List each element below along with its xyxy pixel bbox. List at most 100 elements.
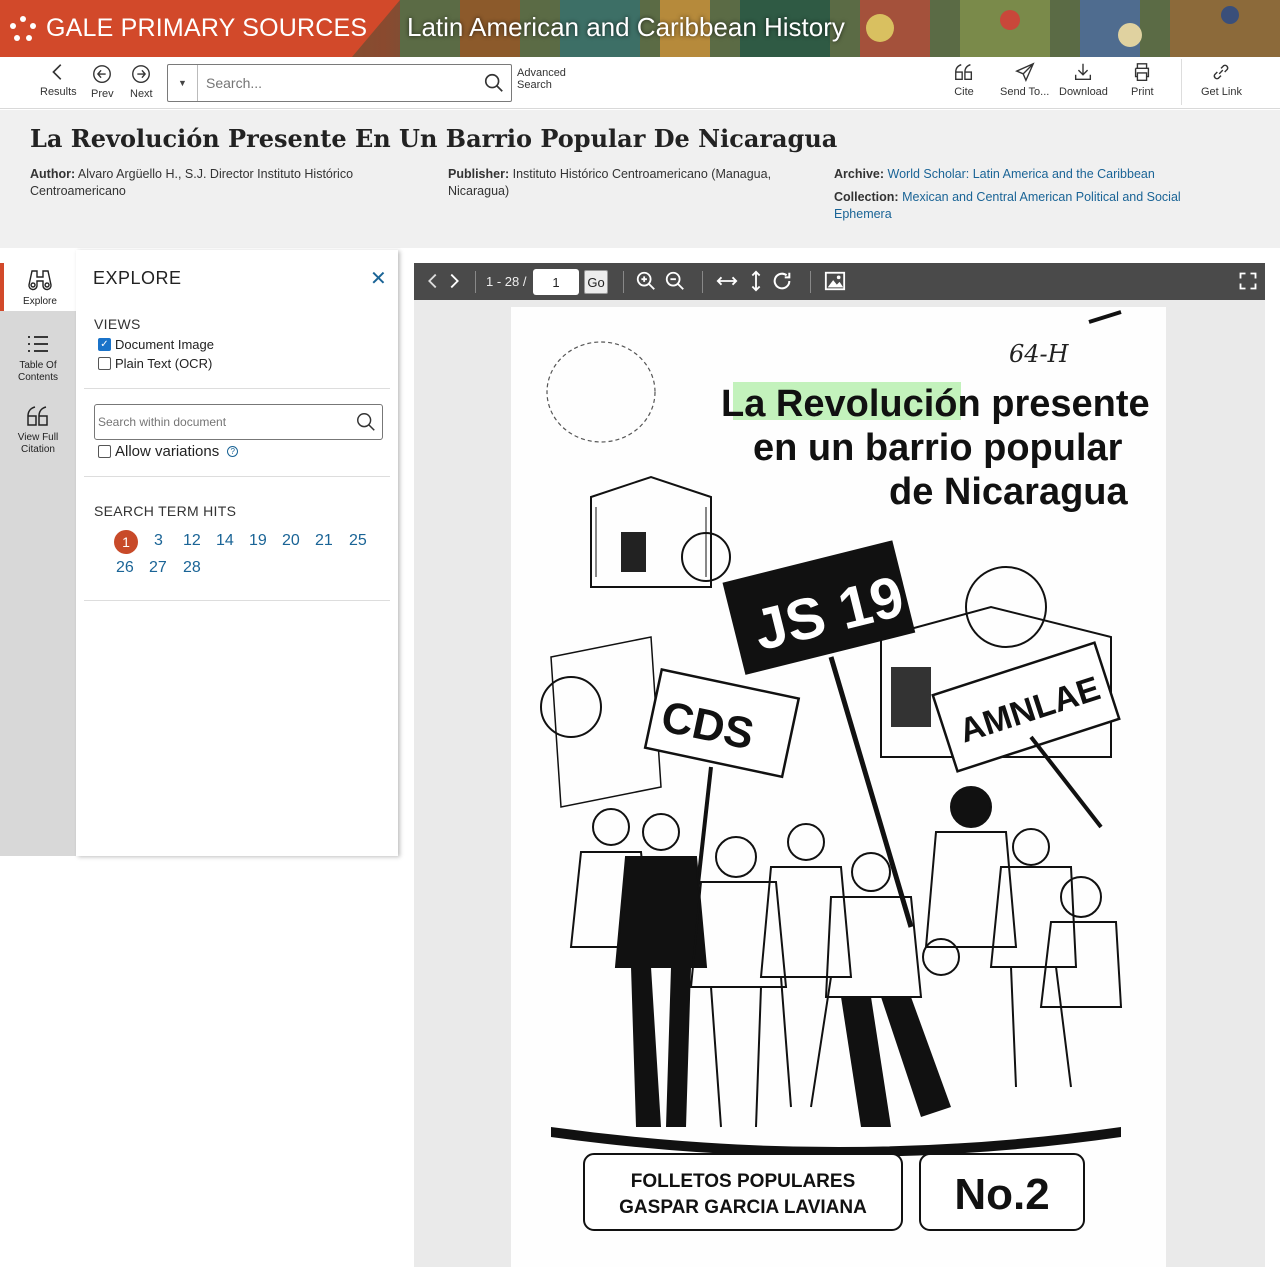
archive-field: Archive: World Scholar: Latin America an… — [834, 166, 1234, 183]
rail-table-of-contents[interactable]: Table Of Contents — [0, 331, 76, 384]
page-title-line-2: en un barrio popular — [753, 427, 1123, 469]
divider — [810, 271, 811, 293]
brand-name: GALE PRIMARY SOURCES — [46, 14, 368, 42]
cite-button[interactable]: Cite — [953, 61, 975, 98]
list-icon — [28, 336, 48, 352]
go-button[interactable]: Go — [584, 270, 608, 294]
author-field: Author: Alvaro Argüello H., S.J. Directo… — [30, 166, 410, 200]
hit-page-link[interactable]: 21 — [315, 532, 333, 550]
fit-height-button[interactable] — [745, 270, 767, 295]
quote-icon — [27, 406, 48, 426]
hit-page-link[interactable]: 19 — [249, 532, 267, 550]
fullscreen-icon — [1239, 272, 1257, 290]
hit-page-link[interactable]: 20 — [282, 532, 300, 550]
collection-field: Collection: Mexican and Central American… — [834, 189, 1234, 223]
search-icon — [484, 73, 503, 92]
page-title-line-3: de Nicaragua — [889, 471, 1129, 513]
toolbar: Results Prev Next ▼ Advanced Search Cite… — [0, 57, 1280, 109]
search-submit-button[interactable] — [477, 65, 511, 101]
rail-full-citation[interactable]: View Full Citation — [0, 403, 76, 456]
divider — [84, 476, 390, 477]
search-box: ▼ — [167, 64, 512, 102]
advanced-search-link[interactable]: Advanced Search — [517, 67, 577, 91]
document-image-checkbox[interactable]: ✓ Document Image — [98, 337, 214, 352]
publisher-field: Publisher: Instituto Histórico Centroame… — [448, 166, 818, 200]
fit-width-button[interactable] — [713, 270, 741, 295]
rotate-icon — [773, 272, 791, 290]
collection-label: Collection: — [834, 190, 899, 204]
arrow-left-circle-icon — [93, 65, 112, 83]
hit-page-link[interactable]: 1 — [114, 530, 138, 554]
toolbar-divider — [1181, 59, 1182, 105]
close-icon[interactable]: ✕ — [370, 266, 387, 291]
chevron-left-icon — [52, 64, 62, 80]
hit-page-link[interactable]: 25 — [349, 532, 367, 550]
hit-page-link[interactable]: 26 — [116, 559, 134, 577]
checkbox-checked-icon: ✓ — [98, 338, 111, 351]
arrow-right-circle-icon — [132, 65, 151, 83]
zoom-in-icon — [636, 271, 655, 290]
explore-panel: EXPLORE ✕ VIEWS ✓ Document Image Plain T… — [76, 250, 398, 856]
footer-line-2: GASPAR GARCIA LAVIANA — [619, 1197, 867, 1218]
hit-page-link[interactable]: 14 — [216, 532, 234, 550]
paper-plane-icon — [1014, 62, 1035, 82]
document-header: La Revolución Presente En Un Barrio Popu… — [0, 110, 1280, 248]
next-page-button[interactable] — [443, 270, 465, 295]
document-viewer: 1 - 28 / Go 64- — [414, 263, 1265, 1267]
author-value: Alvaro Argüello H., S.J. Director Instit… — [30, 167, 354, 198]
hit-page-link[interactable]: 3 — [154, 532, 163, 550]
prev-page-button[interactable] — [422, 270, 444, 295]
side-rail: Explore Table Of Contents View Full Cita… — [0, 263, 76, 856]
prev-button[interactable]: Prev — [91, 63, 114, 100]
send-to-button[interactable]: Send To... — [1000, 61, 1049, 98]
divider — [475, 271, 476, 293]
results-button[interactable]: Results — [40, 61, 77, 98]
fit-height-icon — [751, 270, 761, 292]
search-icon[interactable] — [355, 411, 377, 433]
print-button[interactable]: Print — [1131, 61, 1154, 98]
download-button[interactable]: Download — [1059, 61, 1108, 98]
image-settings-button[interactable] — [821, 270, 849, 295]
checkbox-empty-icon — [98, 357, 111, 370]
zoom-in-button[interactable] — [635, 270, 657, 295]
divider — [84, 600, 390, 601]
product-title[interactable]: Latin American and Caribbean History — [407, 12, 845, 43]
explore-heading: EXPLORE — [93, 268, 182, 288]
get-link-button[interactable]: Get Link — [1201, 61, 1242, 98]
issue-number: No.2 — [954, 1170, 1049, 1219]
hit-page-link[interactable]: 27 — [149, 559, 167, 577]
archive-link[interactable]: World Scholar: Latin America and the Car… — [888, 167, 1155, 181]
author-label: Author: — [30, 167, 76, 181]
search-type-dropdown[interactable]: ▼ — [168, 65, 198, 101]
page-title-line-1: La Revolución presente — [721, 383, 1150, 425]
divider — [702, 271, 703, 293]
hit-page-link[interactable]: 28 — [183, 559, 201, 577]
search-input[interactable] — [198, 75, 477, 91]
zoom-out-button[interactable] — [664, 270, 686, 295]
page-number-input[interactable] — [533, 269, 579, 295]
fullscreen-button[interactable] — [1238, 270, 1258, 295]
download-icon — [1075, 63, 1092, 81]
archive-label: Archive: — [834, 167, 885, 181]
printer-icon — [1135, 63, 1150, 81]
divider — [84, 388, 390, 389]
quote-icon — [955, 64, 973, 81]
brand-block[interactable]: GALE PRIMARY SOURCES — [0, 0, 400, 57]
rail-explore[interactable]: Explore — [0, 263, 76, 311]
divider — [623, 271, 624, 293]
views-label: VIEWS — [94, 316, 141, 332]
plain-text-checkbox[interactable]: Plain Text (OCR) — [98, 356, 212, 371]
search-within-input[interactable] — [95, 415, 355, 429]
page-range: 1 - 28 / — [486, 274, 527, 289]
header-banner: GALE PRIMARY SOURCES Latin American and … — [0, 0, 1280, 57]
binoculars-icon — [28, 270, 52, 291]
search-within-box — [94, 404, 383, 440]
page-illustration: 64-H La Revolución presente en un barrio… — [540, 310, 1150, 1231]
hit-page-link[interactable]: 12 — [183, 532, 201, 550]
allow-variations-checkbox[interactable]: Allow variations ? — [98, 443, 239, 460]
next-button[interactable]: Next — [130, 63, 153, 100]
viewer-toolbar: 1 - 28 / Go — [414, 263, 1265, 300]
rotate-button[interactable] — [771, 270, 793, 295]
document-page-image[interactable]: 64-H La Revolución presente en un barrio… — [511, 307, 1166, 1267]
help-icon[interactable]: ? — [227, 446, 239, 457]
